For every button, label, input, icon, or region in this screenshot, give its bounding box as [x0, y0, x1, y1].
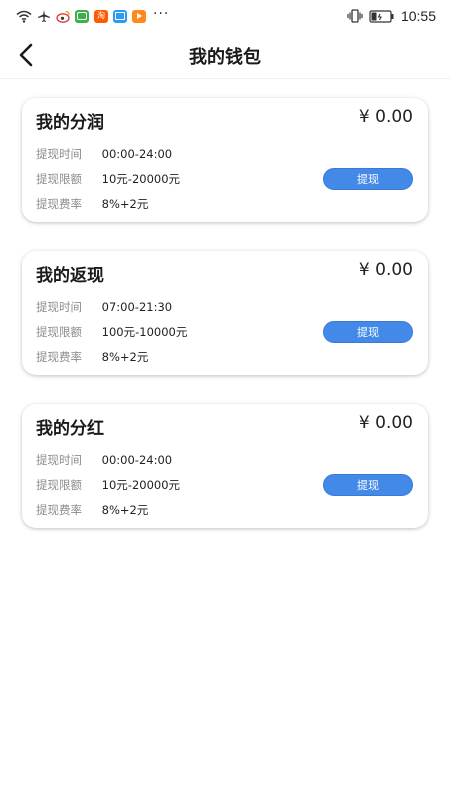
weibo-icon — [56, 10, 70, 23]
withdraw-fee-value: 8%+2元 — [101, 197, 149, 211]
withdraw-button[interactable]: 提现 — [323, 168, 413, 190]
withdraw-time-label: 提现时间 — [36, 453, 82, 467]
withdraw-time-label: 提现时间 — [36, 147, 82, 161]
withdraw-time-row: 提现时间 07:00-21:30 — [36, 300, 172, 314]
video-app-icon — [132, 9, 146, 23]
card-title: 我的返现 — [36, 266, 104, 286]
withdraw-fee-row: 提现费率 8%+2元 — [36, 350, 148, 364]
withdraw-limit-label: 提现限额 — [36, 172, 82, 186]
withdraw-fee-value: 8%+2元 — [101, 503, 149, 517]
wallet-card-cashback: 我的返现 ¥ 0.00 提现时间 07:00-21:30 提现限额 100元-1… — [22, 251, 428, 375]
page-title: 我的钱包 — [189, 47, 261, 68]
vibrate-icon — [347, 9, 363, 23]
withdraw-limit-row: 提现限额 10元-20000元 — [36, 478, 180, 492]
tv-app-icon — [113, 9, 127, 23]
withdraw-time-value: 00:00-24:00 — [101, 453, 173, 467]
withdraw-time-label: 提现时间 — [36, 300, 82, 314]
airplane-mode-icon — [38, 10, 50, 22]
withdraw-fee-label: 提现费率 — [36, 350, 82, 364]
withdraw-limit-label: 提现限额 — [36, 478, 82, 492]
status-bar: 淘 ··· 10:55 — [0, 0, 450, 32]
card-amount: ¥ 0.00 — [358, 107, 413, 127]
withdraw-time-row: 提现时间 00:00-24:00 — [36, 453, 172, 467]
card-title: 我的分润 — [36, 113, 104, 133]
withdraw-fee-label: 提现费率 — [36, 503, 82, 517]
withdraw-limit-value: 10元-20000元 — [101, 478, 181, 492]
withdraw-fee-value: 8%+2元 — [101, 350, 149, 364]
withdraw-fee-label: 提现费率 — [36, 197, 82, 211]
withdraw-time-value: 00:00-24:00 — [101, 147, 173, 161]
wallet-card-profit-share: 我的分润 ¥ 0.00 提现时间 00:00-24:00 提现限额 10元-20… — [22, 98, 428, 222]
withdraw-limit-row: 提现限额 100元-10000元 — [36, 325, 187, 339]
withdraw-button[interactable]: 提现 — [323, 321, 413, 343]
withdraw-limit-value: 10元-20000元 — [101, 172, 181, 186]
withdraw-fee-row: 提现费率 8%+2元 — [36, 503, 148, 517]
withdraw-limit-row: 提现限额 10元-20000元 — [36, 172, 180, 186]
battery-icon — [369, 9, 394, 23]
card-amount: ¥ 0.00 — [358, 260, 413, 280]
withdraw-fee-row: 提现费率 8%+2元 — [36, 197, 148, 211]
status-bar-left: 淘 ··· — [16, 6, 170, 24]
withdraw-limit-label: 提现限额 — [36, 325, 82, 339]
wallet-card-dividend: 我的分红 ¥ 0.00 提现时间 00:00-24:00 提现限额 10元-20… — [22, 404, 428, 528]
withdraw-limit-value: 100元-10000元 — [101, 325, 188, 339]
status-bar-right: 10:55 — [347, 7, 436, 25]
clock: 10:55 — [400, 8, 436, 24]
withdraw-time-value: 07:00-21:30 — [101, 300, 173, 314]
taobao-glyph: 淘 — [97, 11, 105, 20]
more-notifications-icon: ··· — [153, 6, 170, 22]
card-amount: ¥ 0.00 — [358, 413, 413, 433]
message-app-icon — [75, 9, 89, 23]
nav-bar: 我的钱包 — [0, 32, 450, 79]
withdraw-button[interactable]: 提现 — [323, 474, 413, 496]
taobao-app-icon: 淘 — [94, 9, 108, 23]
wifi-icon — [16, 10, 32, 23]
wallet-card-list: 我的分润 ¥ 0.00 提现时间 00:00-24:00 提现限额 10元-20… — [22, 98, 428, 557]
withdraw-time-row: 提现时间 00:00-24:00 — [36, 147, 172, 161]
card-title: 我的分红 — [36, 419, 104, 439]
